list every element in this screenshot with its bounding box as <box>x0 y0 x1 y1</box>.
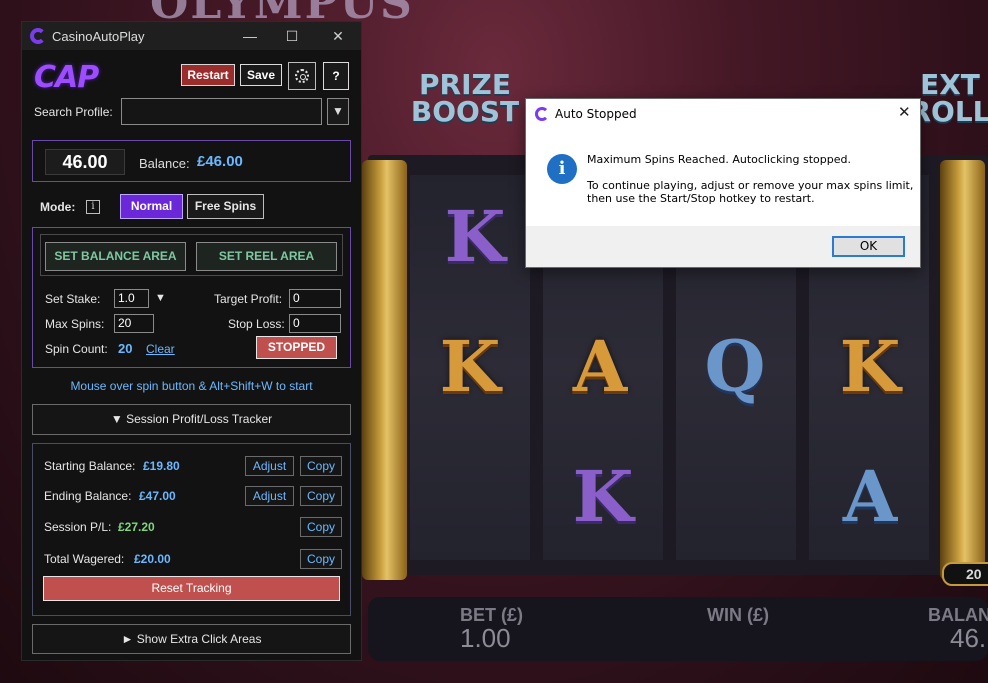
reset-tracking-button[interactable]: Reset Tracking <box>43 576 340 601</box>
cap-logo: CAP <box>34 60 99 95</box>
window-title: CasinoAutoPlay <box>52 29 145 44</box>
title-bar[interactable]: CasinoAutoPlay — ☐ ✕ <box>22 22 361 50</box>
copy-starting-button[interactable]: Copy <box>300 456 342 476</box>
adjust-ending-button[interactable]: Adjust <box>245 486 294 506</box>
help-button[interactable]: ? <box>323 62 349 90</box>
mode-normal-button[interactable]: Normal <box>120 194 183 219</box>
max-spins-label: Max Spins: <box>45 317 105 331</box>
cap-window: CasinoAutoPlay — ☐ ✕ CAP Restart Save ? … <box>21 21 362 661</box>
bet-value: 1.00 <box>460 623 511 653</box>
adjust-starting-button[interactable]: Adjust <box>245 456 294 476</box>
balance-panel: 46.00 Balance: £46.00 <box>32 140 351 182</box>
starting-balance-label: Starting Balance: <box>44 459 136 473</box>
session-pl-value: £27.20 <box>118 520 155 534</box>
total-wagered-label: Total Wagered: <box>44 552 125 566</box>
dialog-footer: OK <box>526 226 920 267</box>
spin-count-label: Spin Count: <box>45 342 108 356</box>
total-wagered-value: £20.00 <box>134 552 171 566</box>
reel-symbol: A <box>842 455 898 538</box>
mode-label: Mode: <box>40 200 76 214</box>
tracker-toggle-button[interactable]: ▼ Session Profit/Loss Tracker <box>32 404 351 435</box>
win-label: WIN (£) <box>707 605 769 625</box>
dialog-title: Auto Stopped <box>555 107 637 121</box>
app-logo-icon <box>30 28 46 44</box>
restart-button[interactable]: Restart <box>181 64 235 86</box>
set-balance-area-button[interactable]: SET BALANCE AREA <box>45 242 186 271</box>
reel-symbol: K <box>444 195 506 278</box>
app-logo-icon <box>535 107 549 121</box>
right-pillar <box>940 160 985 580</box>
save-button[interactable]: Save <box>240 64 282 86</box>
info-icon[interactable]: i <box>86 200 100 214</box>
extra-click-areas-toggle[interactable]: ► Show Extra Click Areas <box>32 624 351 654</box>
game-balance-value: 46. <box>950 623 987 653</box>
max-spins-input[interactable]: 20 <box>114 314 154 333</box>
ending-balance-label: Ending Balance: <box>44 489 132 503</box>
balance-label: Balance: <box>139 156 190 171</box>
area-buttons-group: SET BALANCE AREA SET REEL AREA <box>40 234 343 276</box>
dialog-message: Maximum Spins Reached. Autoclicking stop… <box>587 153 851 166</box>
stake-input[interactable]: 1.0 <box>114 289 149 308</box>
stop-loss-label: Stop Loss: <box>228 317 285 331</box>
auto-stopped-dialog: Auto Stopped ✕ i Maximum Spins Reached. … <box>525 98 921 268</box>
copy-ending-button[interactable]: Copy <box>300 486 342 506</box>
stake-dropdown-icon[interactable]: ▼ <box>155 292 166 304</box>
copy-wagered-button[interactable]: Copy <box>300 549 342 569</box>
gear-icon <box>295 69 309 83</box>
copy-pl-button[interactable]: Copy <box>300 517 342 537</box>
left-pillar <box>362 160 407 580</box>
session-pl-label: Session P/L: <box>44 520 112 534</box>
hotkey-hint: Mouse over spin button & Alt+Shift+W to … <box>70 379 313 393</box>
target-profit-input[interactable]: 0 <box>289 289 341 308</box>
start-stop-status-button[interactable]: STOPPED <box>256 336 337 359</box>
balance-value: £46.00 <box>197 153 243 170</box>
reel-symbol: K <box>839 325 901 408</box>
set-reel-area-button[interactable]: SET REEL AREA <box>196 242 337 271</box>
reel-symbol: K <box>572 455 634 538</box>
dialog-message: To continue playing, adjust or remove yo… <box>587 179 914 192</box>
clear-spin-count-link[interactable]: Clear <box>146 342 175 356</box>
starting-balance-value: £19.80 <box>143 459 180 473</box>
settings-button[interactable] <box>288 62 316 90</box>
stop-loss-input[interactable]: 0 <box>289 314 341 333</box>
search-profile-label: Search Profile: <box>34 105 113 119</box>
dialog-message: then use the Start/Stop hotkey to restar… <box>587 192 815 205</box>
close-icon[interactable]: ✕ <box>323 26 353 46</box>
info-icon: i <box>547 154 577 184</box>
target-profit-label: Target Profit: <box>214 292 283 306</box>
search-profile-input[interactable] <box>121 98 322 125</box>
ending-balance-value: £47.00 <box>139 489 176 503</box>
prize-boost-badge: PRIZE BOOST <box>410 68 520 128</box>
balance-readout: 46.00 <box>45 149 125 175</box>
minimize-icon[interactable]: — <box>235 26 265 46</box>
set-stake-label: Set Stake: <box>45 292 101 306</box>
reel-symbol: K <box>439 325 501 408</box>
settings-panel: SET BALANCE AREA SET REEL AREA Set Stake… <box>32 227 351 368</box>
reel-symbol: Q <box>704 325 766 408</box>
ok-button[interactable]: OK <box>832 236 905 257</box>
maximize-icon[interactable]: ☐ <box>277 26 307 46</box>
mode-free-spins-button[interactable]: Free Spins <box>187 194 264 219</box>
close-icon[interactable]: ✕ <box>898 103 911 121</box>
reel-symbol: A <box>572 325 628 408</box>
spin-count-value: 20 <box>118 341 133 356</box>
search-dropdown-button[interactable]: ▼ <box>327 98 349 125</box>
counter-badge: 20 <box>942 562 988 586</box>
tracker-panel: Starting Balance: £19.80 Adjust Copy End… <box>32 443 351 616</box>
